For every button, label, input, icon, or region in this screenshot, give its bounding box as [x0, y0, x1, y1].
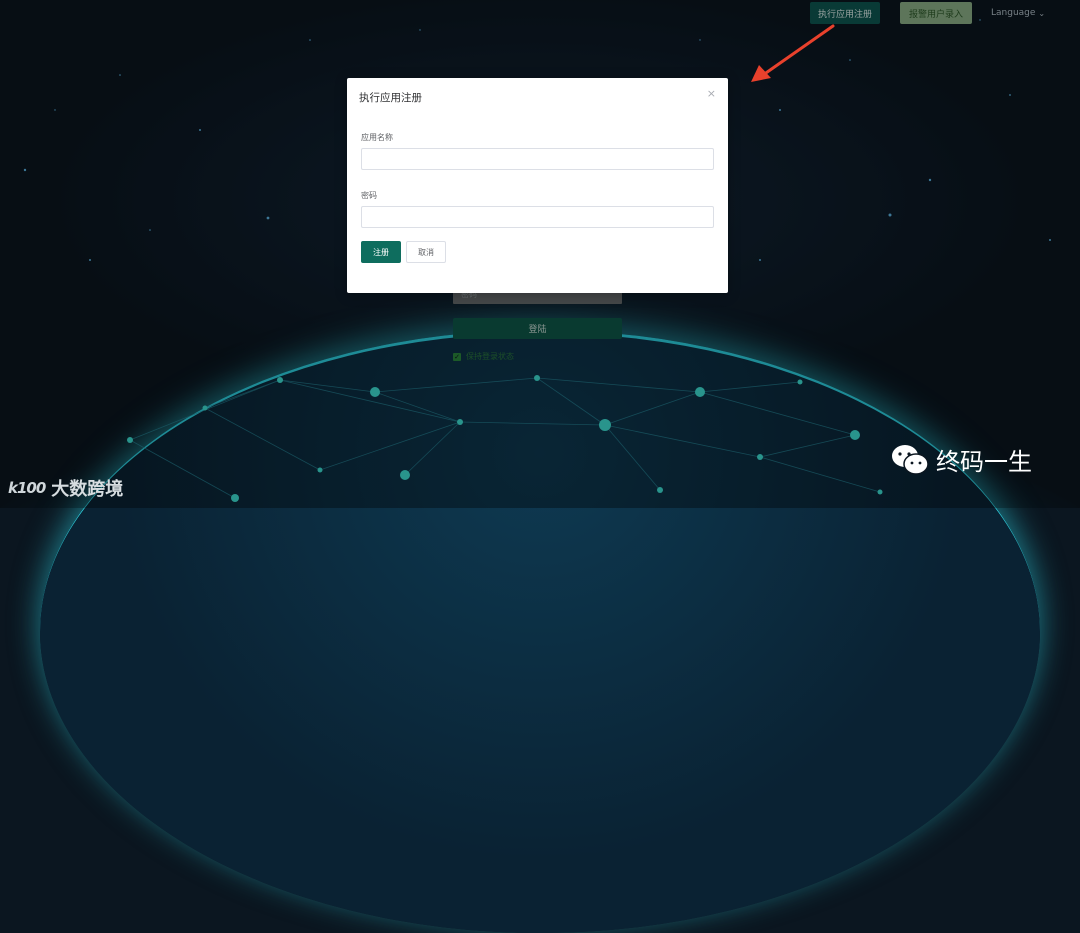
- app-name-input[interactable]: [361, 148, 714, 170]
- wechat-icon: [892, 444, 929, 475]
- cancel-button[interactable]: 取消: [406, 241, 446, 263]
- register-button[interactable]: 注册: [361, 241, 401, 263]
- dialog-title: 执行应用注册: [359, 92, 422, 104]
- close-icon[interactable]: ×: [707, 88, 716, 99]
- app-name-label: 应用名称: [361, 133, 393, 142]
- watermark-left-text: 大数跨境: [51, 479, 124, 500]
- watermark-left: k100 大数跨境: [8, 475, 123, 501]
- annotation-arrow-icon: [751, 24, 835, 82]
- password-input[interactable]: [361, 206, 714, 228]
- watermark-right: 终码一生: [890, 442, 1032, 477]
- watermark-right-text: 终码一生: [936, 448, 1032, 476]
- register-app-dialog: 执行应用注册 × 应用名称 密码 注册 取消: [347, 78, 728, 293]
- password-label: 密码: [361, 191, 377, 200]
- k100-logo: k100: [8, 479, 46, 497]
